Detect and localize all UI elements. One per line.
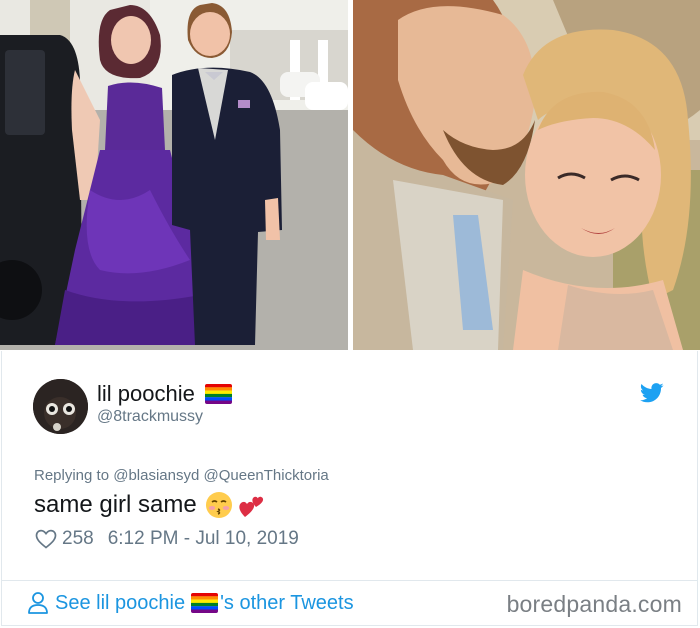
person-outline-icon [28, 592, 48, 614]
avatar[interactable] [33, 379, 88, 434]
reply-prefix: Replying to [34, 467, 110, 484]
tweet-text: same girl same [34, 491, 265, 519]
reply-context: Replying to @blasiansyd @QueenThicktoria [34, 467, 329, 484]
card-divider [2, 580, 697, 581]
rainbow-flag-icon [204, 384, 232, 404]
footer-link-suffix[interactable]: 's other Tweets [220, 592, 354, 615]
tweet-card: lil poochie @8trackmussy Replying to @bl… [1, 351, 698, 626]
twitter-bird-icon[interactable] [640, 383, 664, 403]
rainbow-flag-icon [191, 593, 219, 613]
tweet-timestamp[interactable]: 6:12 PM - Jul 10, 2019 [108, 528, 299, 550]
user-name-row[interactable]: lil poochie [97, 381, 232, 407]
user-handle[interactable]: @8trackmussy [97, 408, 203, 426]
like-count[interactable]: 258 [62, 528, 94, 550]
tweet-body: same girl same [34, 491, 197, 518]
prom-photo-couple [0, 0, 348, 350]
tweet-meta: 258 6:12 PM - Jul 10, 2019 [35, 528, 299, 550]
two-hearts-icon [239, 496, 263, 517]
watermark: boredpanda.com [506, 591, 682, 617]
heart-outline-icon[interactable] [35, 529, 57, 549]
display-name[interactable]: lil poochie [97, 381, 195, 407]
kissing-face-closed-eyes-icon [205, 492, 232, 518]
kiss-photo-couple [353, 0, 700, 350]
footer-link-prefix[interactable]: See lil poochie [55, 592, 185, 615]
photo-collage [0, 0, 700, 350]
see-other-tweets-link[interactable]: See lil poochie 's other Tweets [27, 591, 354, 615]
reply-mentions[interactable]: @blasiansyd @QueenThicktoria [113, 467, 329, 484]
